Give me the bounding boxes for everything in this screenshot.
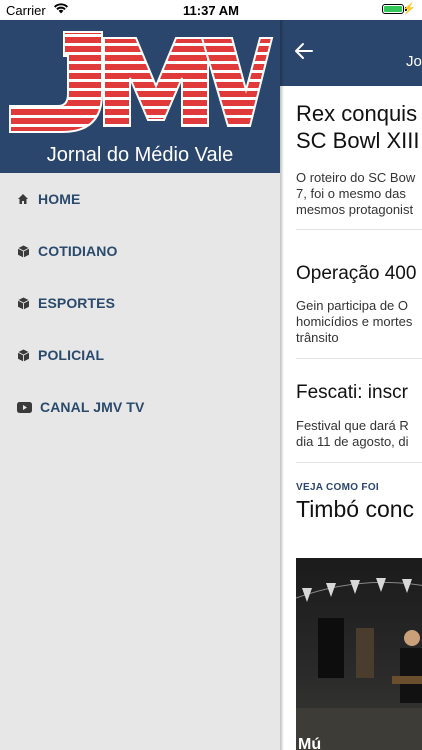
menu-item-policial[interactable]: POLICIAL [0,329,280,381]
drawer-header: Jornal do Médio Vale [0,20,280,173]
article-summary[interactable]: O roteiro do SC Bow 7, foi o mesmo das m… [296,170,415,218]
cube-icon [16,244,30,258]
logo-caption: Jornal do Médio Vale [46,144,234,166]
feature-title[interactable]: Timbó conc [296,496,414,523]
drawer-menu: HOME COTIDIANO ESPORTES POLICIAL CANAL J… [0,173,280,433]
summary-line: 7, foi o mesmo das [296,186,406,201]
feature-photo[interactable] [296,558,422,750]
divider [296,229,422,230]
cube-icon [16,296,30,310]
article-summary[interactable]: Gein participa de O homicídios e mortes … [296,298,412,346]
menu-item-label: COTIDIANO [38,243,118,259]
menu-item-label: POLICIAL [38,347,105,363]
youtube-icon [16,400,32,414]
summary-line: dia 11 de agosto, di [296,434,409,449]
clock: 11:37 AM [183,3,239,18]
divider [296,358,422,359]
home-icon [16,192,30,206]
charging-bolt-icon: ⚡ [402,3,416,15]
summary-line: Gein participa de O [296,298,409,313]
menu-item-cotidiano[interactable]: COTIDIANO [0,225,280,277]
app-bar: Jo [280,20,422,86]
battery-icon [382,4,407,14]
article-summary[interactable]: Festival que dará R dia 11 de agosto, di [296,418,409,450]
status-bar: Carrier 11:37 AM ⚡ [0,0,422,20]
summary-line: mesmos protagonist [296,202,414,217]
drawer-shadow [280,20,284,750]
menu-item-home[interactable]: HOME [0,173,280,225]
article-title[interactable]: Rex conquis SC Bowl XIII [296,100,419,154]
article-title-line: SC Bowl XIII [296,128,420,153]
summary-line: trânsito [296,330,339,345]
article-title[interactable]: Fescati: inscr [296,382,408,404]
summary-line: Festival que dará R [296,418,409,433]
menu-item-canal-jmv-tv[interactable]: CANAL JMV TV [0,381,280,433]
summary-line: O roteiro do SC Bow [296,170,416,185]
menu-item-label: HOME [38,191,81,207]
summary-line: homicídios e mortes [296,314,413,329]
section-kicker: VEJA COMO FOI [296,482,379,493]
navigation-drawer: Jornal do Médio Vale HOME COTIDIANO ESPO… [0,20,280,750]
menu-item-label: ESPORTES [38,295,116,311]
photo-caption: Mú [298,736,322,750]
jmv-logo [9,31,274,133]
app-bar-title: Jo [406,53,422,70]
back-arrow-icon[interactable] [294,41,314,66]
cube-icon [16,348,30,362]
main-content: Jo Rex conquis SC Bowl XIII O roteiro do… [280,20,422,750]
article-title[interactable]: Operação 400 [296,263,416,285]
divider [296,462,422,463]
menu-item-label: CANAL JMV TV [40,399,145,415]
menu-item-esportes[interactable]: ESPORTES [0,277,280,329]
article-title-line: Rex conquis [296,101,418,126]
